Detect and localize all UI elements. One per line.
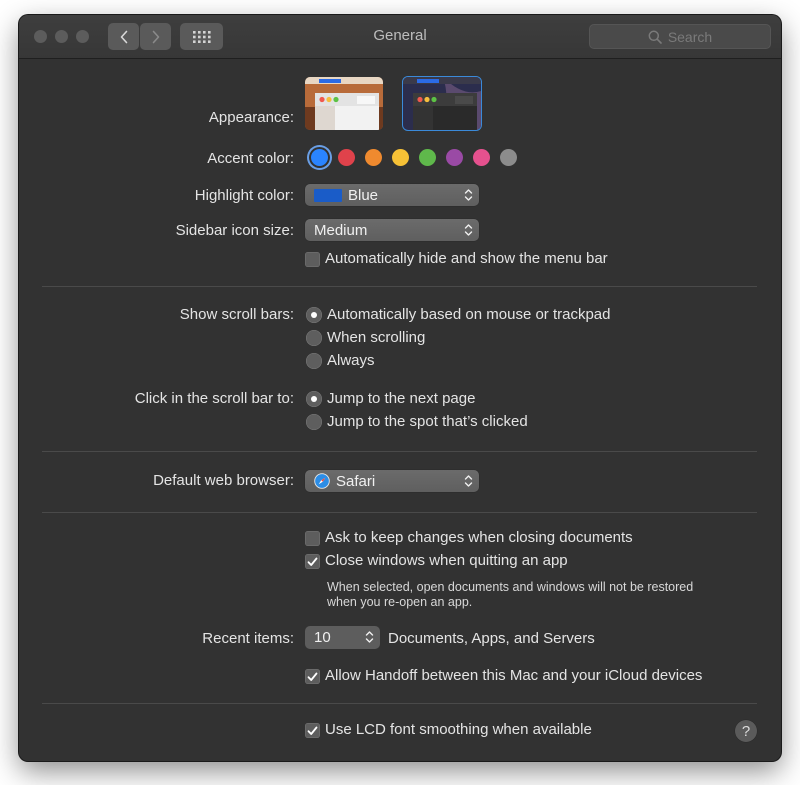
section-divider	[42, 512, 757, 513]
highlight-color-value: Blue	[348, 186, 379, 204]
recent-items-label: Recent items:	[202, 630, 294, 647]
scroll-bars-label: Show scroll bars:	[179, 306, 294, 323]
title-bar: General Search	[19, 15, 781, 59]
menubar-autohide-checkbox[interactable]	[305, 252, 320, 267]
highlight-color-swatch	[314, 188, 342, 202]
jump-to-spot-label: Jump to the spot that’s clicked	[327, 413, 528, 430]
sidebar-icon-size-label: Sidebar icon size:	[175, 222, 294, 239]
recent-items-value: 10	[314, 629, 331, 646]
accent-blue-swatch[interactable]	[311, 149, 328, 166]
highlight-color-popup[interactable]: Blue	[305, 184, 479, 206]
ask-keep-changes-checkbox[interactable]	[305, 531, 320, 546]
jump-next-page-radio[interactable]	[306, 391, 322, 407]
handoff-checkbox[interactable]	[305, 669, 320, 684]
search-placeholder: Search	[667, 28, 713, 45]
system-preferences-window: General Search Appearance: Accent color:…	[19, 15, 781, 761]
close-windows-note-line2: when you re-open an app.	[327, 595, 473, 609]
checkmark-icon	[307, 557, 318, 566]
sidebar-icon-size-value: Medium	[314, 221, 368, 239]
scroll-bars-auto-radio[interactable]	[306, 307, 322, 323]
default-browser-popup[interactable]: Safari	[305, 470, 479, 492]
appearance-label: Appearance:	[208, 109, 294, 126]
close-windows-note-line1: When selected, open documents and window…	[327, 580, 694, 594]
default-browser-label: Default web browser:	[153, 472, 294, 489]
updown-chevron-icon	[365, 631, 374, 643]
accent-yellow-swatch[interactable]	[392, 149, 409, 166]
accent-orange-swatch[interactable]	[365, 149, 382, 166]
close-windows-label: Close windows when quitting an app	[325, 552, 568, 569]
accent-graphite-swatch[interactable]	[500, 149, 517, 166]
scroll-bars-auto-label: Automatically based on mouse or trackpad	[327, 306, 611, 323]
updown-chevron-icon	[464, 475, 473, 487]
jump-to-spot-radio[interactable]	[306, 414, 322, 430]
jump-next-page-label: Jump to the next page	[327, 390, 476, 407]
click-scroll-bar-label: Click in the scroll bar to:	[134, 390, 294, 407]
scroll-bars-always-label: Always	[327, 352, 375, 369]
checkmark-icon	[307, 726, 318, 735]
scroll-bars-when-scrolling-label: When scrolling	[327, 329, 426, 346]
scroll-bars-always-radio[interactable]	[306, 353, 322, 369]
radio-selected-dot	[311, 396, 317, 402]
appearance-dark-thumbnail[interactable]	[403, 77, 481, 130]
menubar-autohide-label: Automatically hide and show the menu bar	[325, 250, 608, 267]
appearance-light-thumbnail[interactable]	[305, 77, 383, 130]
handoff-label: Allow Handoff between this Mac and your …	[325, 667, 703, 684]
help-button[interactable]: ?	[735, 720, 757, 742]
recent-items-popup[interactable]: 10	[305, 626, 380, 649]
accent-color-label: Accent color:	[207, 150, 294, 167]
lcd-smoothing-checkbox[interactable]	[305, 723, 320, 738]
updown-chevron-icon	[464, 224, 473, 236]
highlight-color-label: Highlight color:	[194, 187, 294, 204]
radio-selected-dot	[311, 312, 317, 318]
search-icon	[648, 30, 662, 44]
accent-red-swatch[interactable]	[338, 149, 355, 166]
accent-purple-swatch[interactable]	[446, 149, 463, 166]
safari-compass-icon	[314, 473, 330, 489]
section-divider	[42, 451, 757, 452]
updown-chevron-icon	[464, 189, 473, 201]
sidebar-icon-size-popup[interactable]: Medium	[305, 219, 479, 241]
scroll-bars-when-scrolling-radio[interactable]	[306, 330, 322, 346]
close-windows-checkbox[interactable]	[305, 554, 320, 569]
checkmark-icon	[307, 672, 318, 681]
accent-green-swatch[interactable]	[419, 149, 436, 166]
lcd-smoothing-label: Use LCD font smoothing when available	[325, 721, 592, 738]
section-divider	[42, 703, 757, 704]
recent-items-suffix: Documents, Apps, and Servers	[388, 630, 595, 647]
default-browser-value: Safari	[336, 472, 376, 490]
ask-keep-changes-label: Ask to keep changes when closing documen…	[325, 529, 633, 546]
accent-pink-swatch[interactable]	[473, 149, 490, 166]
search-field[interactable]: Search	[589, 24, 771, 49]
section-divider	[42, 286, 757, 287]
